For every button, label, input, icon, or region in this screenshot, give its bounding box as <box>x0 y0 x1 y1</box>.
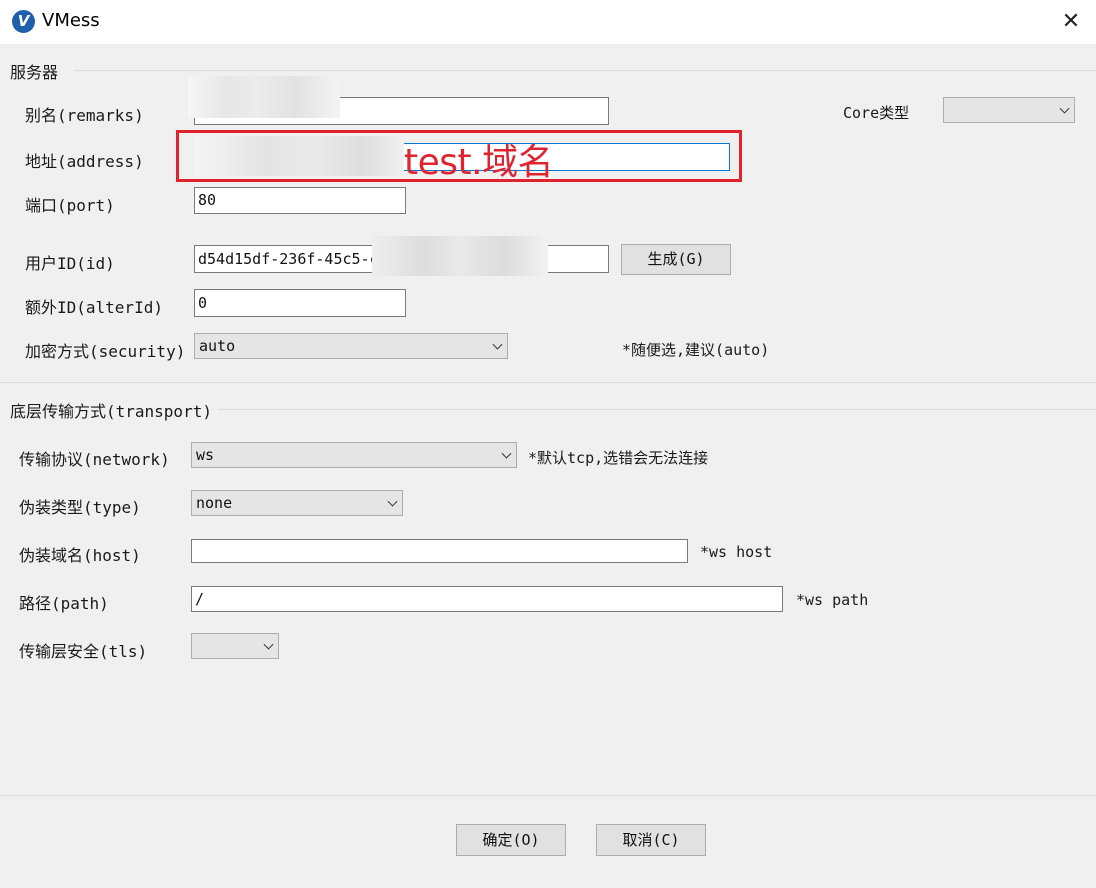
chevron-down-icon <box>1059 103 1070 114</box>
chevron-down-icon <box>501 448 512 459</box>
type-select[interactable]: none <box>191 490 403 516</box>
core-type-select[interactable] <box>943 97 1075 123</box>
port-label: 端口(port) <box>25 196 115 215</box>
section-divider <box>0 382 1096 383</box>
tls-label: 传输层安全(tls) <box>19 642 148 661</box>
host-hint: *ws host <box>700 543 773 561</box>
transport-group-title: 底层传输方式(transport) <box>10 402 212 421</box>
cancel-button[interactable]: 取消(C) <box>596 824 706 856</box>
security-hint: *随便选,建议(auto) <box>622 341 770 359</box>
close-button[interactable]: ✕ <box>1058 8 1084 36</box>
server-group-title: 服务器 <box>10 63 59 82</box>
network-hint: *默认tcp,选错会无法连接 <box>528 449 709 467</box>
path-hint: *ws path <box>796 591 869 609</box>
host-label: 伪装域名(host) <box>19 546 141 565</box>
path-input[interactable]: / <box>191 586 783 612</box>
path-label: 路径(path) <box>19 594 109 613</box>
chevron-down-icon <box>492 339 503 350</box>
title-bar: V VMess ✕ <box>0 0 1096 44</box>
tls-select[interactable] <box>191 633 279 659</box>
type-label: 伪装类型(type) <box>19 498 141 517</box>
v2rayn-logo-icon: V <box>12 10 35 33</box>
generate-id-button[interactable]: 生成(G) <box>621 244 731 275</box>
type-value: none <box>196 494 233 512</box>
chevron-down-icon <box>387 496 398 507</box>
security-label: 加密方式(security) <box>25 342 186 361</box>
address-label: 地址(address) <box>25 152 144 171</box>
annotation-text: test.域名 <box>404 142 554 183</box>
window-title: VMess <box>42 10 100 31</box>
security-value: auto <box>199 337 236 355</box>
core-type-label: Core类型 <box>843 104 910 122</box>
network-select[interactable]: ws <box>191 442 517 468</box>
network-label: 传输协议(network) <box>19 450 170 469</box>
user-id-label: 用户ID(id) <box>25 254 115 273</box>
transport-group-divider <box>218 409 1096 410</box>
port-input[interactable]: 80 <box>194 187 406 214</box>
alter-id-label: 额外ID(alterId) <box>25 298 163 317</box>
ok-button[interactable]: 确定(O) <box>456 824 566 856</box>
server-group-divider <box>74 70 1096 71</box>
security-select[interactable]: auto <box>194 333 508 359</box>
remarks-label: 别名(remarks) <box>25 106 144 125</box>
footer-divider <box>0 795 1096 796</box>
alter-id-input[interactable]: 0 <box>194 289 406 317</box>
redacted-region <box>194 136 404 176</box>
redacted-region <box>372 236 548 276</box>
chevron-down-icon <box>263 639 274 650</box>
redacted-region <box>188 76 340 118</box>
host-input[interactable] <box>191 539 688 563</box>
network-value: ws <box>196 446 215 464</box>
